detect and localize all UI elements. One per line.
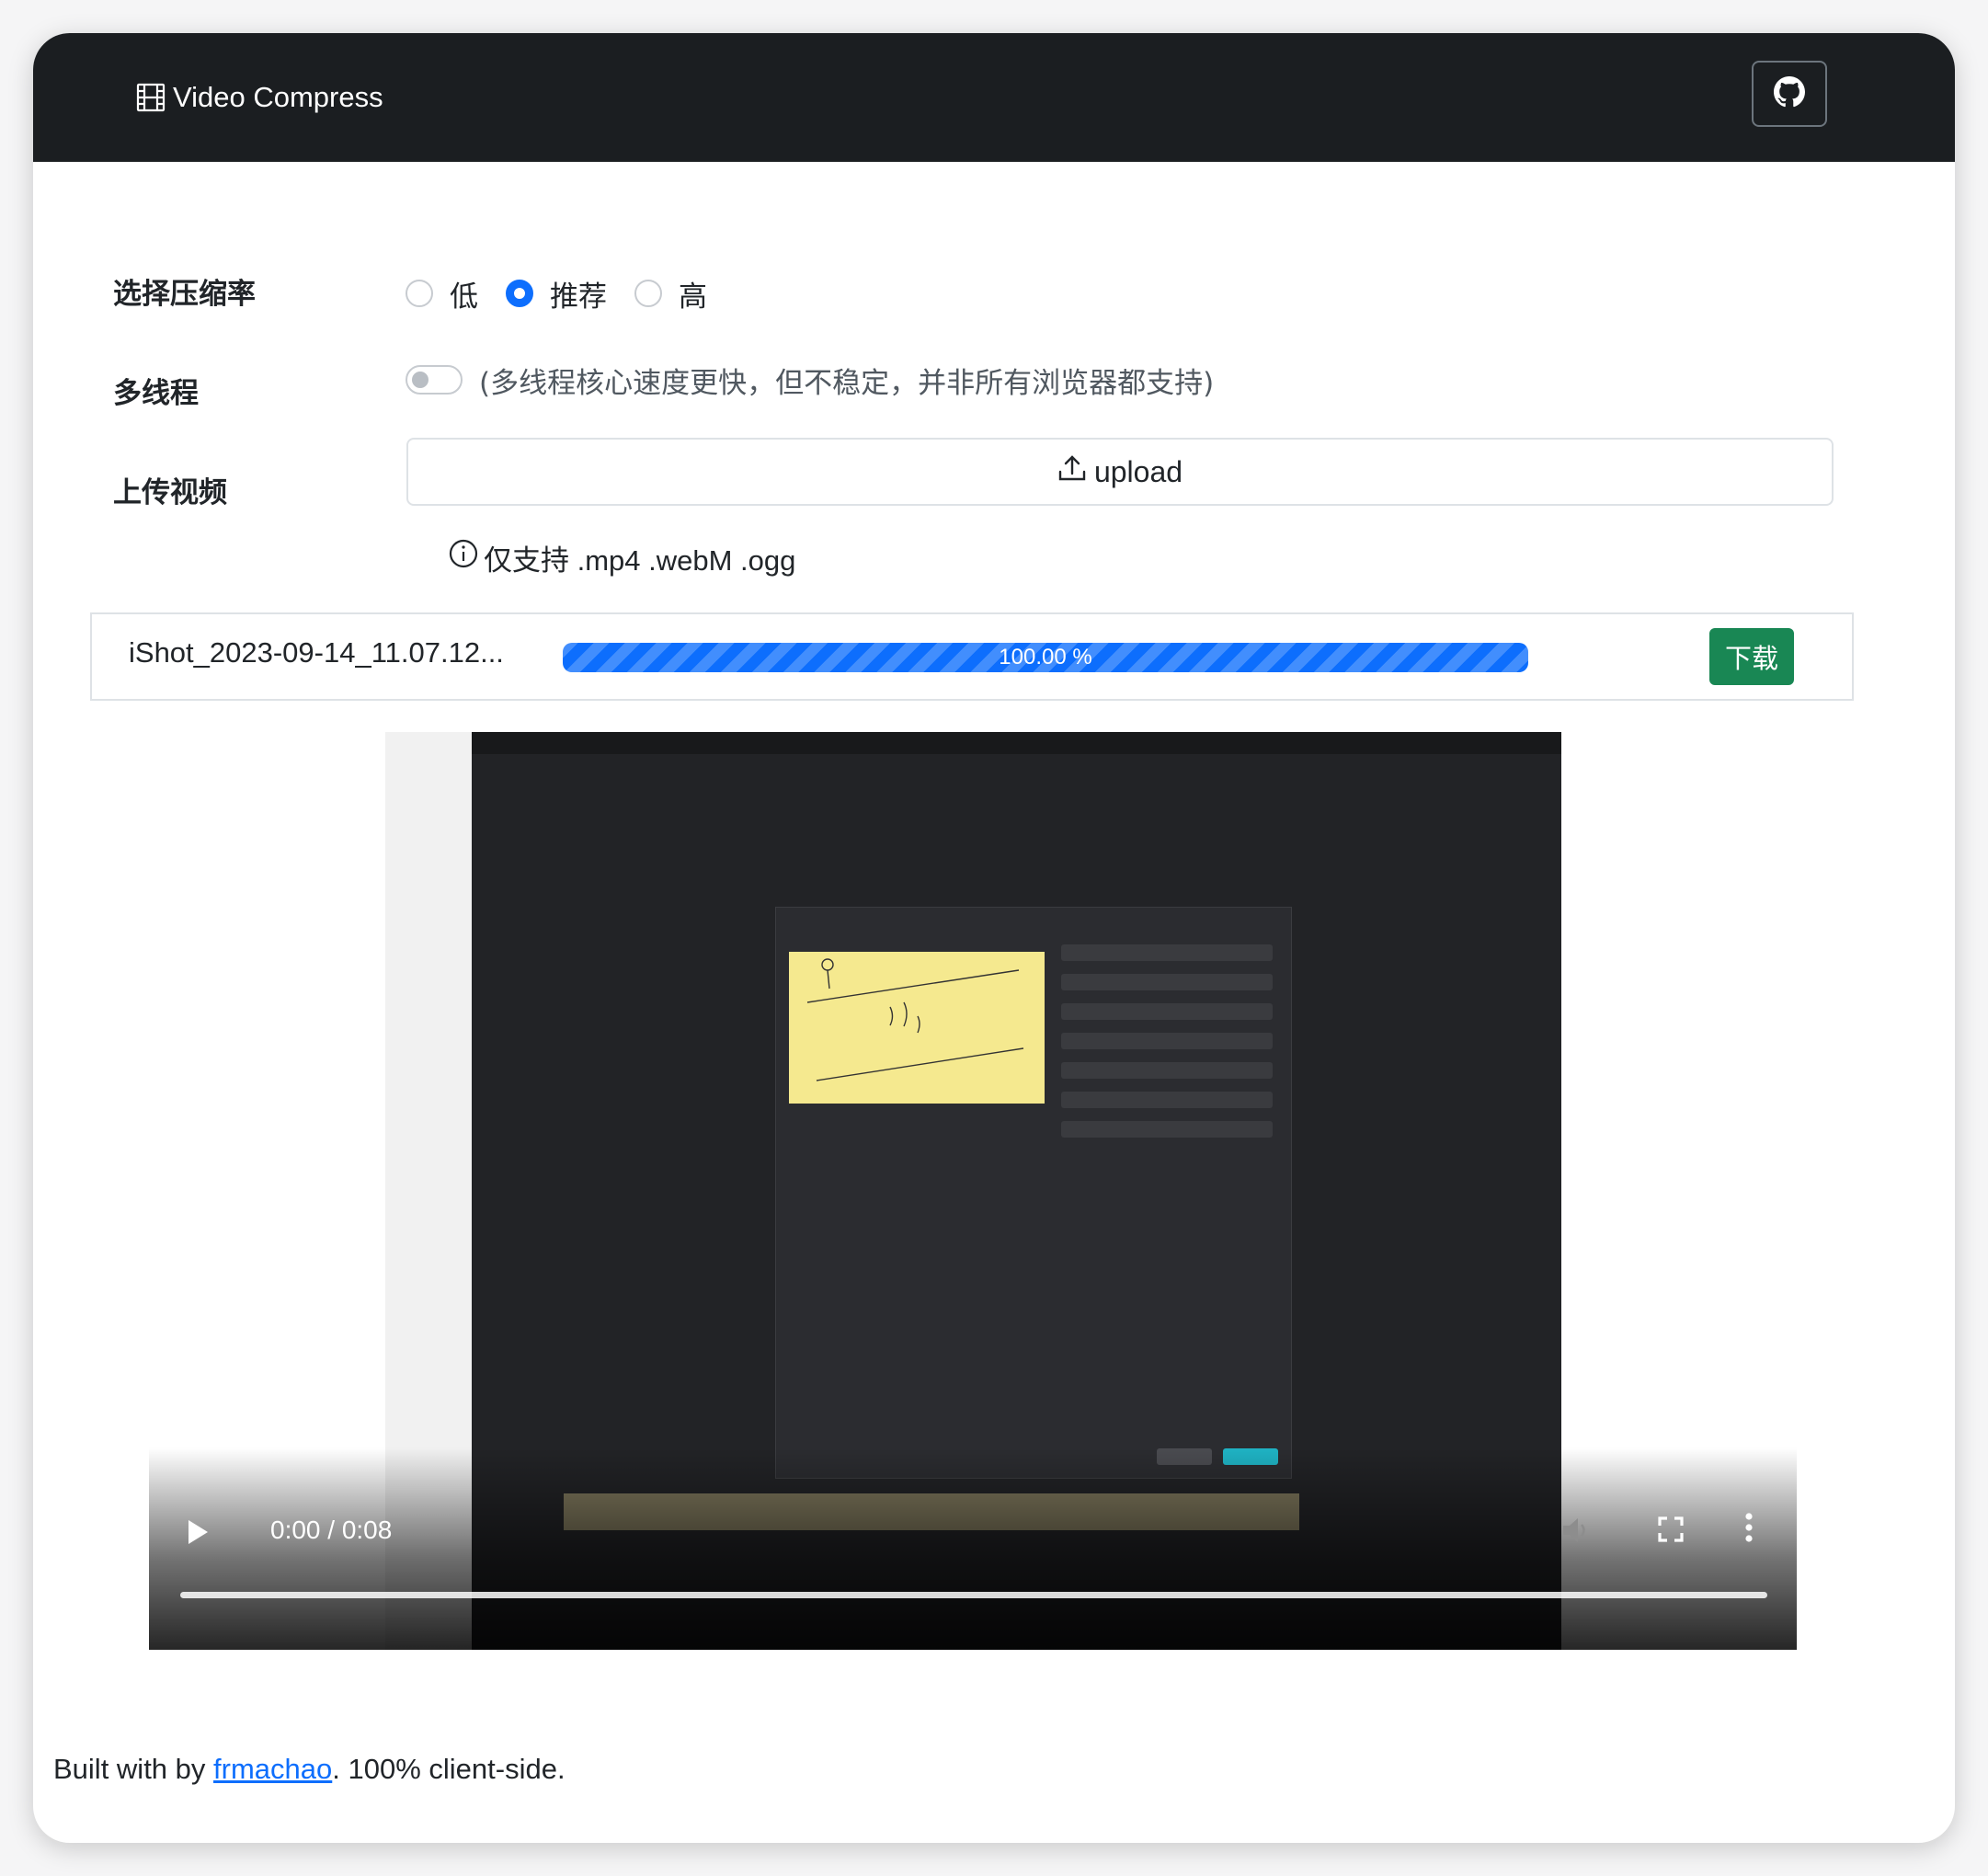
task-row: iShot_2023-09-14_11.07.12... 100.00 % 下载 [90, 612, 1854, 701]
radio-high-circle[interactable] [634, 280, 662, 307]
upload-button[interactable]: upload [406, 438, 1834, 506]
fullscreen-icon[interactable] [1657, 1516, 1685, 1548]
download-button[interactable]: 下载 [1709, 628, 1794, 685]
video-frame-toolbar [472, 732, 1561, 754]
compression-label: 选择压缩率 [113, 278, 256, 311]
radio-recommended[interactable]: 推荐 [506, 273, 607, 315]
toggle-knob [412, 372, 428, 388]
radio-low-label: 低 [450, 280, 478, 314]
footer-suffix: . 100% client-side. [332, 1753, 566, 1785]
video-seek-bar[interactable] [180, 1592, 1767, 1598]
upload-button-label: upload [1093, 454, 1183, 488]
author-link[interactable]: frmachao [213, 1753, 332, 1785]
format-hint: 仅支持 .mp4 .webM .ogg [449, 537, 795, 578]
multithread-note: (多线程核心速度更快，但不稳定，并非所有浏览器都支持) [479, 366, 1215, 400]
video-player[interactable]: 0:00 / 0:08 [149, 732, 1797, 1650]
progress-text: 100.00 % [999, 645, 1092, 669]
video-frame-fields [1061, 944, 1273, 1150]
video-time: 0:00 / 0:08 [270, 1516, 393, 1544]
radio-high[interactable]: 高 [634, 273, 707, 315]
github-icon [1774, 75, 1805, 112]
video-frame-dialog [775, 907, 1292, 1479]
multithread-label: 多线程 [113, 377, 199, 410]
radio-low-circle[interactable] [406, 280, 433, 307]
file-name: iShot_2023-09-14_11.07.12... [129, 636, 504, 669]
format-hint-text: 仅支持 .mp4 .webM .ogg [484, 543, 796, 577]
info-icon [449, 539, 478, 576]
film-icon [136, 83, 166, 112]
multithread-row: (多线程核心速度更快，但不稳定，并非所有浏览器都支持) [406, 359, 1214, 401]
progress-fill: 100.00 % [563, 643, 1528, 672]
github-button[interactable] [1752, 61, 1827, 127]
multithread-toggle[interactable] [406, 365, 463, 395]
compression-radio-group: 低 推荐 高 [406, 272, 735, 315]
app-window: Video Compress 选择压缩率 低 推荐 高 多线程 (多线程核心速度… [33, 33, 1955, 1843]
upload-icon [1057, 453, 1087, 490]
footer: Built with by frmachao. 100% client-side… [53, 1753, 566, 1786]
play-icon[interactable] [186, 1518, 210, 1550]
radio-recommended-label: 推荐 [550, 280, 607, 314]
upload-label: 上传视频 [113, 476, 227, 509]
brand[interactable]: Video Compress [136, 77, 383, 118]
volume-icon[interactable] [1560, 1514, 1593, 1551]
video-controls-overlay [149, 1447, 1797, 1650]
more-options-icon[interactable] [1744, 1512, 1754, 1548]
progress-bar: 100.00 % [563, 643, 1528, 672]
brand-title: Video Compress [173, 81, 383, 113]
radio-high-label: 高 [679, 280, 707, 314]
radio-low[interactable]: 低 [406, 273, 478, 315]
video-frame-thumbnail [789, 952, 1045, 1104]
navbar: Video Compress [33, 33, 1955, 162]
footer-prefix: Built with by [53, 1753, 206, 1785]
radio-recommended-circle[interactable] [506, 280, 533, 307]
